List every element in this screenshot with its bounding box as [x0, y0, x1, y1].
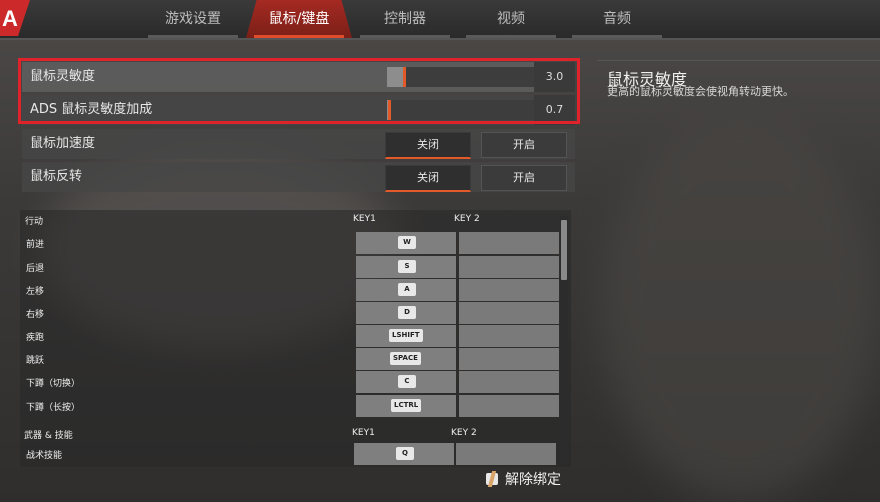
info-description: 更高的鼠标灵敏度会使视角转动更快。 — [607, 85, 794, 98]
binding-row-jump: 跳跃 SPACE — [20, 348, 560, 370]
setting-row-acceleration: 鼠标加速度 关闭 开启 — [22, 129, 575, 159]
top-nav-bar: A 游戏设置 鼠标/键盘 控制器 视频 音频 — [0, 0, 880, 38]
action-label: 右移 — [26, 310, 45, 320]
key2-slot[interactable] — [456, 443, 556, 465]
binding-row-crouch-toggle: 下蹲（切换） C — [20, 371, 560, 393]
key2-slot[interactable] — [459, 325, 559, 347]
key1-slot[interactable]: W — [356, 232, 456, 254]
keycap: D — [398, 306, 416, 319]
unbind-icon — [484, 471, 500, 487]
key1-column-header: KEY1 — [353, 214, 376, 224]
setting-row-invert: 鼠标反转 关闭 开启 — [22, 162, 575, 192]
key1-slot[interactable]: Q — [354, 443, 454, 465]
section-title: 武器 & 技能 — [24, 431, 73, 441]
tab-gameplay[interactable]: 游戏设置 — [140, 0, 246, 38]
keycap: S — [398, 260, 416, 273]
binding-row-backward: 后退 S — [20, 256, 560, 278]
acceleration-off-button[interactable]: 关闭 — [385, 132, 471, 159]
scrollbar-thumb[interactable] — [561, 220, 567, 280]
keybinding-scrollbar[interactable] — [560, 216, 568, 464]
action-label: 下蹲（长按） — [26, 403, 81, 413]
key2-slot[interactable] — [459, 302, 559, 324]
keybinding-header: 行动 KEY1 KEY 2 — [20, 210, 560, 228]
action-label: 下蹲（切换） — [26, 379, 81, 389]
keycap: W — [398, 236, 416, 249]
binding-row-left: 左移 A — [20, 279, 560, 301]
key1-slot[interactable]: S — [356, 256, 456, 278]
action-label: 战术技能 — [26, 451, 63, 461]
key2-column-header: KEY 2 — [451, 428, 477, 438]
action-label: 后退 — [26, 264, 45, 274]
tab-audio[interactable]: 音频 — [564, 0, 670, 38]
acceleration-on-button[interactable]: 开启 — [481, 132, 567, 158]
background-blur — [600, 120, 880, 500]
invert-off-button[interactable]: 关闭 — [385, 165, 471, 192]
keycap: SPACE — [390, 352, 421, 365]
tab-controller[interactable]: 控制器 — [352, 0, 458, 38]
key1-column-header: KEY1 — [352, 428, 375, 438]
binding-row-sprint: 疾跑 LSHIFT — [20, 325, 560, 347]
tab-video[interactable]: 视频 — [458, 0, 564, 38]
invert-label: 鼠标反转 — [30, 169, 83, 184]
binding-row-forward: 前进 W — [20, 232, 560, 254]
weapons-abilities-header: 武器 & 技能 KEY1 KEY 2 — [20, 424, 560, 442]
binding-row-tactical: 战术技能 Q — [20, 443, 560, 465]
key1-slot[interactable]: D — [356, 302, 456, 324]
keycap: Q — [396, 447, 414, 460]
keycap: A — [398, 283, 416, 296]
keybinding-table: 行动 KEY1 KEY 2 前进 W 后退 S 左移 A 右移 D 疾跑 LSH… — [20, 210, 571, 467]
action-column-header: 行动 — [25, 217, 44, 227]
invert-on-button[interactable]: 开启 — [481, 165, 567, 191]
key1-slot[interactable]: SPACE — [356, 348, 456, 370]
keycap: LSHIFT — [389, 329, 423, 342]
unbind-button[interactable]: 解除绑定 — [484, 468, 561, 490]
apex-logo: A — [0, 0, 30, 36]
key1-slot[interactable]: A — [356, 279, 456, 301]
keycap: C — [398, 375, 416, 388]
key2-slot[interactable] — [459, 348, 559, 370]
highlight-box — [18, 58, 580, 124]
key2-slot[interactable] — [459, 279, 559, 301]
binding-row-crouch-hold: 下蹲（长按） LCTRL — [20, 395, 560, 417]
key2-slot[interactable] — [459, 395, 559, 417]
unbind-label: 解除绑定 — [505, 472, 561, 488]
acceleration-label: 鼠标加速度 — [30, 136, 96, 151]
action-label: 前进 — [26, 240, 45, 250]
action-label: 疾跑 — [26, 333, 45, 343]
action-label: 左移 — [26, 287, 45, 297]
tab-mouse-keyboard[interactable]: 鼠标/键盘 — [246, 0, 352, 38]
info-divider — [597, 60, 880, 61]
action-label: 跳跃 — [26, 356, 45, 366]
nav-divider — [0, 38, 880, 40]
key1-slot[interactable]: C — [356, 371, 456, 393]
key2-slot[interactable] — [459, 232, 559, 254]
keycap: LCTRL — [391, 399, 422, 412]
key2-slot[interactable] — [459, 371, 559, 393]
key1-slot[interactable]: LCTRL — [356, 395, 456, 417]
binding-row-right: 右移 D — [20, 302, 560, 324]
key2-slot[interactable] — [459, 256, 559, 278]
key2-column-header: KEY 2 — [454, 214, 480, 224]
settings-tabs: 游戏设置 鼠标/键盘 控制器 视频 音频 — [140, 0, 670, 38]
key1-slot[interactable]: LSHIFT — [356, 325, 456, 347]
